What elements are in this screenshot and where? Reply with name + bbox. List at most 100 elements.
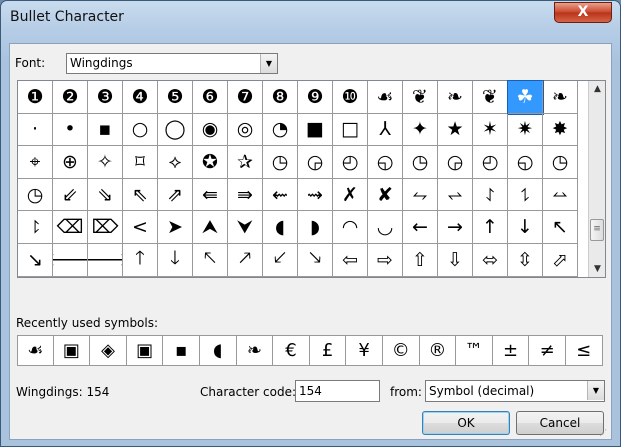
recent-symbol-cell[interactable]: © [382,335,420,366]
symbol-cell[interactable]: ◉ [193,113,228,147]
symbol-cell[interactable]: • [53,113,88,147]
symbol-cell[interactable]: ❦ [473,81,508,114]
symbol-cell[interactable]: ❽ [263,81,298,114]
symbol-cell[interactable]: ✰ [228,146,263,179]
recent-symbol-cell[interactable]: ≤ [565,335,603,366]
symbol-cell[interactable]: ⇛ [228,178,263,212]
symbol-cell[interactable]: ◴ [333,146,368,179]
scroll-thumb[interactable]: ≡ [590,219,604,241]
symbol-cell[interactable]: ⬄ [473,243,508,277]
symbol-cell[interactable]: 🡗 [263,243,298,277]
symbol-cell[interactable]: 🡑 [123,243,158,277]
chevron-down-icon[interactable]: ▼ [260,54,277,73]
symbol-cell[interactable]: ⇧ [403,243,438,277]
symbol-cell[interactable]: ■ [298,113,333,147]
symbol-cell[interactable]: ❹ [123,81,158,114]
symbol-cell[interactable]: ⥋ [438,178,473,212]
symbol-cell[interactable]: ⬀ [543,243,578,277]
recent-symbol-cell[interactable]: € [273,335,310,366]
symbol-cell[interactable]: ⇝ [298,178,333,212]
symbol-cell[interactable]: ◎ [228,113,263,147]
ok-button[interactable]: OK [422,411,510,435]
symbol-cell[interactable]: ⥊ [403,178,438,212]
symbol-cell[interactable]: ◯ [158,113,193,147]
symbol-cell[interactable]: ⇨ [368,243,403,277]
symbol-cell[interactable]: ⊕ [53,146,88,179]
symbol-cell[interactable]: ◷ [18,178,53,212]
symbol-cell[interactable]: ◷ [263,146,298,179]
symbol-cell[interactable]: ◶ [298,146,333,179]
symbol-cell[interactable]: ▪ [88,113,123,147]
cancel-button[interactable]: Cancel [516,411,604,435]
scroll-up-icon[interactable]: ▲ [589,81,606,97]
symbol-cell[interactable]: ⇖ [123,178,158,212]
symbol-cell[interactable]: ◶ [438,146,473,179]
symbol-cell[interactable]: □ [333,113,368,147]
symbol-cell[interactable]: ⇳ [508,243,543,277]
chevron-down-icon[interactable]: ▼ [587,381,604,400]
symbol-cell[interactable]: ✦ [403,113,438,147]
symbol-grid[interactable]: ❶ ❷ ❸ ❹ ❺ ❻ ❼ ❽ ❾ ❿ ☙ ❦ ❧ ❦ ☘ ❧ · • ▪ ○ ◯ ◉ ◎ ◔ ■ □ ⅄ ✦ ★ ✶ ✷ ✸ ⌖ ⊕ ✧ ⌑ ⟡ ✪ ✰ ◷… [18,80,578,277]
recent-symbol-cell[interactable]: £ [309,335,347,366]
recent-symbol-cell[interactable]: ❧ [236,335,274,366]
recent-symbol-cell[interactable]: ™ [456,335,493,366]
symbol-cell[interactable]: ◠ [333,211,368,244]
symbol-cell[interactable]: ⇜ [263,178,298,212]
symbol-cell[interactable]: ◴ [473,146,508,179]
symbol-cell[interactable]: ❧ [543,81,578,114]
symbol-cell[interactable]: ✷ [508,113,543,147]
symbol-cell[interactable]: ➤ [158,211,193,244]
recent-symbol-cell[interactable]: ® [419,335,457,366]
symbol-cell[interactable]: 🡔 [193,243,228,277]
symbol-cell[interactable]: ⇩ [438,243,473,277]
symbol-cell[interactable]: ❶ [18,81,53,114]
symbol-cell[interactable]: ⥎ [543,178,578,212]
symbol-cell[interactable]: ⇘ [88,178,123,212]
symbol-cell[interactable]: ⌦ [88,211,123,244]
symbol-cell[interactable]: ✗ [333,178,368,212]
symbol-cell[interactable]: 🡓 [158,243,193,277]
symbol-cell[interactable]: ◗ [298,211,333,244]
symbol-cell[interactable]: ⌫ [53,211,88,244]
symbol-cell[interactable]: ❸ [88,81,123,114]
symbol-cell[interactable]: ⟡ [158,146,193,179]
recent-symbols-strip[interactable]: ☙ ▣ ◈ ▣ ▪ ◖ ❧ € £ ¥ © ® ™ ± ≠ ≤ [17,335,603,366]
symbol-cell[interactable]: ⇗ [158,178,193,212]
symbol-cell[interactable]: ⮟ [228,211,263,244]
symbol-cell[interactable]: ↑ [473,211,508,244]
symbol-cell[interactable]: ◔ [263,113,298,147]
symbol-cell[interactable]: ★ [438,113,473,147]
symbol-cell[interactable]: ✧ [88,146,123,179]
symbol-cell[interactable]: ⥏ [18,211,53,244]
symbol-cell[interactable]: ✘ [368,178,403,212]
grid-scrollbar[interactable]: ▲ ≡ ▼ [588,81,605,277]
symbol-cell[interactable]: 🡕 [228,243,263,277]
symbol-cell[interactable]: ❷ [53,81,88,114]
symbol-cell[interactable]: ○ [123,113,158,147]
symbol-cell[interactable]: ◵ [508,146,543,179]
symbol-cell[interactable]: ⇙ [53,178,88,212]
symbol-cell[interactable]: ❻ [193,81,228,114]
symbol-cell[interactable]: · [18,113,53,147]
character-code-input[interactable]: 154 [295,380,380,402]
recent-symbol-cell[interactable]: ▪ [163,335,200,366]
symbol-cell[interactable]: ❦ [403,81,438,114]
symbol-cell[interactable]: ❼ [228,81,263,114]
symbol-cell[interactable]: ⥍ [508,178,543,212]
symbol-cell[interactable]: ⌖ [18,146,53,179]
symbol-cell[interactable]: ✸ [543,113,578,147]
symbol-cell[interactable]: < [123,211,158,244]
symbol-cell[interactable]: ◷ [543,146,578,179]
symbol-cell[interactable]: ❾ [298,81,333,114]
symbol-cell[interactable]: ⌑ [123,146,158,179]
symbol-cell[interactable]: ◡ [368,211,403,244]
resize-grip-icon[interactable]: ⋰ [599,428,609,438]
symbol-cell[interactable]: ⮝ [193,211,228,244]
symbol-cell[interactable]: ☙ [368,81,403,114]
recent-symbol-cell[interactable]: ◖ [199,335,237,366]
symbol-cell[interactable]: ⇦ [333,243,368,277]
close-button[interactable]: X [554,2,612,23]
symbol-cell[interactable]: ↖ [543,211,578,244]
recent-symbol-cell[interactable]: ± [492,335,530,366]
symbol-cell[interactable]: ❧ [438,81,473,114]
